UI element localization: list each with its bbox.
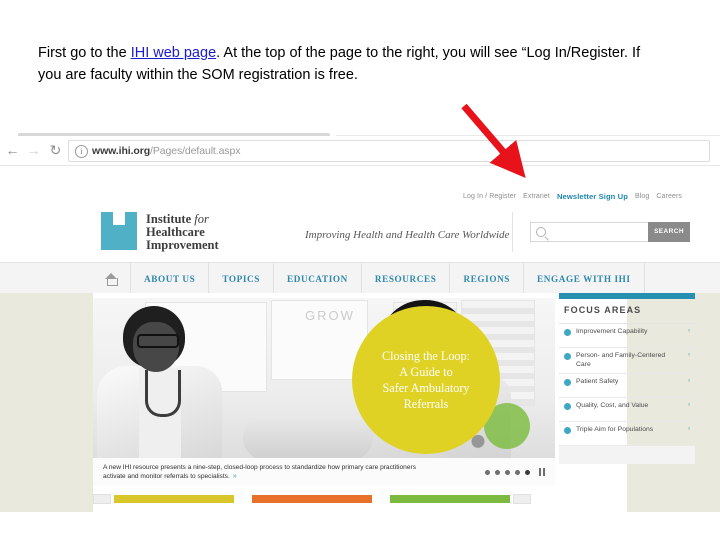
focus-item-improvement-capability[interactable]: Improvement Capability › [559,324,695,348]
address-bar-url: www.ihi.org/Pages/default.aspx [92,144,240,158]
site-search[interactable]: SEARCH [530,222,690,242]
back-icon[interactable]: ← [5,143,20,158]
search-button[interactable]: SEARCH [648,222,690,242]
utility-link-log-in-register[interactable]: Log In / Register [463,193,516,200]
search-input[interactable] [530,222,648,242]
hero-badge-line-2: A Guide to [399,365,453,379]
hero-caption-text: A new IHI resource presents a nine-step,… [103,463,433,482]
focus-item-label: Patient Safety [576,378,619,386]
bullet-icon [564,403,571,411]
page-viewport: Log In / Register Extranet Newsletter Si… [0,166,720,512]
strip-segment-orange[interactable] [252,495,372,503]
carousel-dot-1[interactable] [485,469,490,475]
utility-nav: Log In / Register Extranet Newsletter Si… [463,192,682,201]
nav-item-about-us[interactable]: ABOUT US [130,263,208,294]
search-icon [536,227,546,237]
browser-toolbar: ← → ↻ i www.ihi.org/Pages/default.aspx [0,136,720,166]
focus-areas-title: FOCUS AREAS [564,305,642,315]
reload-icon[interactable]: ↻ [48,143,63,158]
focus-item-quality-cost-and-value[interactable]: Quality, Cost, and Value › [559,398,695,423]
instruction-prefix: First go to the [38,45,131,61]
nav-item-topics[interactable]: TOPICS [208,263,273,294]
hero-badge-line-3: Safer Ambulatory [382,381,470,395]
logo-line-3: Improvement [146,238,219,252]
chevron-right-icon: › [688,426,690,433]
site-tagline: Improving Health and Health Care Worldwi… [305,229,510,241]
ihi-web-page-link[interactable]: IHI web page [131,45,216,61]
page-content-container: GROW Closing the Loop: A Guide to Safer … [93,293,695,512]
ihi-logo-mark-icon [101,212,137,250]
hero-badge-line-1: Closing the Loop: [381,349,471,363]
focus-item-label: Triple Aim for Populations [576,426,654,434]
hero-caption-more-link[interactable]: » [230,473,237,480]
site-info-icon[interactable]: i [75,145,88,158]
url-path: /Pages/default.aspx [150,145,241,157]
hero-caption-copy: A new IHI resource presents a nine-step,… [103,463,416,481]
pause-icon[interactable] [539,468,545,476]
focus-item-person-and-family-centered-care[interactable]: Person- and Family-Centered Care › [559,348,695,375]
utility-link-newsletter-sign-up[interactable]: Newsletter Sign Up [557,192,628,201]
photo-wall-word: GROW [305,308,355,323]
logo-line-1-em: for [194,212,209,226]
hero-badge[interactable]: Closing the Loop: A Guide to Safer Ambul… [352,306,500,454]
main-navigation: ABOUT US TOPICS EDUCATION RESOURCES REGI… [0,262,720,295]
chevron-right-icon: › [688,328,690,334]
carousel-dot-3[interactable] [505,469,510,475]
focus-areas-list: Improvement Capability › Person- and Fam… [559,323,695,465]
home-icon [105,272,118,286]
address-bar[interactable]: i www.ihi.org/Pages/default.aspx [68,140,710,162]
slide-bottom-whitespace [0,512,720,540]
promo-color-strip [93,492,627,506]
hero-badge-text: Closing the Loop: A Guide to Safer Ambul… [372,348,480,412]
strip-segment-green[interactable] [390,495,510,503]
chevron-right-icon: › [688,352,690,358]
chevron-right-icon: › [688,402,690,409]
focus-item-patient-safety[interactable]: Patient Safety › [559,374,695,399]
focus-item-triple-aim-for-populations[interactable]: Triple Aim for Populations › [559,422,695,447]
nav-right-gutter [643,263,720,294]
strip-segment-yellow[interactable] [114,495,234,503]
bullet-icon [564,353,571,360]
hero-carousel[interactable]: GROW Closing the Loop: A Guide to Safer … [93,298,555,486]
focus-item-label: Quality, Cost, and Value [576,402,649,410]
utility-link-blog[interactable]: Blog [635,193,649,200]
carousel-dot-4[interactable] [515,469,520,475]
site-logo[interactable]: Institute for Healthcare Improvement [101,212,219,252]
forward-icon[interactable]: → [26,143,41,158]
slide-instruction-text: First go to the IHI web page. At the top… [38,42,648,86]
utility-link-careers[interactable]: Careers [656,193,682,200]
focus-item-label: Improvement Capability [576,328,648,335]
nav-item-home[interactable] [93,263,130,294]
focus-areas-footer [559,446,695,465]
carousel-controls [485,468,545,476]
nav-item-regions[interactable]: REGIONS [449,263,523,294]
site-logo-text: Institute for Healthcare Improvement [146,212,219,252]
carousel-dot-2[interactable] [495,469,500,475]
bullet-icon [564,379,571,387]
chevron-right-icon: › [688,378,690,385]
focus-item-label: Person- and Family-Centered Care [576,352,666,368]
site-masthead: Institute for Healthcare Improvement Imp… [0,204,720,262]
browser-window-screenshot: ← → ↻ i www.ihi.org/Pages/default.aspx L… [0,127,720,512]
utility-link-extranet[interactable]: Extranet [523,193,550,200]
page-body-background: GROW Closing the Loop: A Guide to Safer … [0,293,720,512]
masthead-divider [512,212,513,252]
hero-caption-bar: A new IHI resource presents a nine-step,… [93,458,555,486]
bullet-icon [564,427,571,435]
nav-item-engage-with-ihi[interactable]: ENGAGE WITH IHI [523,263,644,294]
bullet-icon [564,329,571,336]
hero-badge-line-4: Referrals [403,397,449,411]
nav-item-resources[interactable]: RESOURCES [360,263,450,294]
nav-left-gutter [0,263,93,294]
browser-tab-strip [0,127,720,136]
nav-item-education[interactable]: EDUCATION [273,263,361,294]
focus-areas-top-bar [559,293,695,299]
strip-cap-right [513,494,531,504]
url-host: www.ihi.org [92,145,151,157]
logo-line-1: Institute [146,212,195,226]
strip-cap-left [93,494,111,504]
carousel-dot-5[interactable] [525,469,530,475]
